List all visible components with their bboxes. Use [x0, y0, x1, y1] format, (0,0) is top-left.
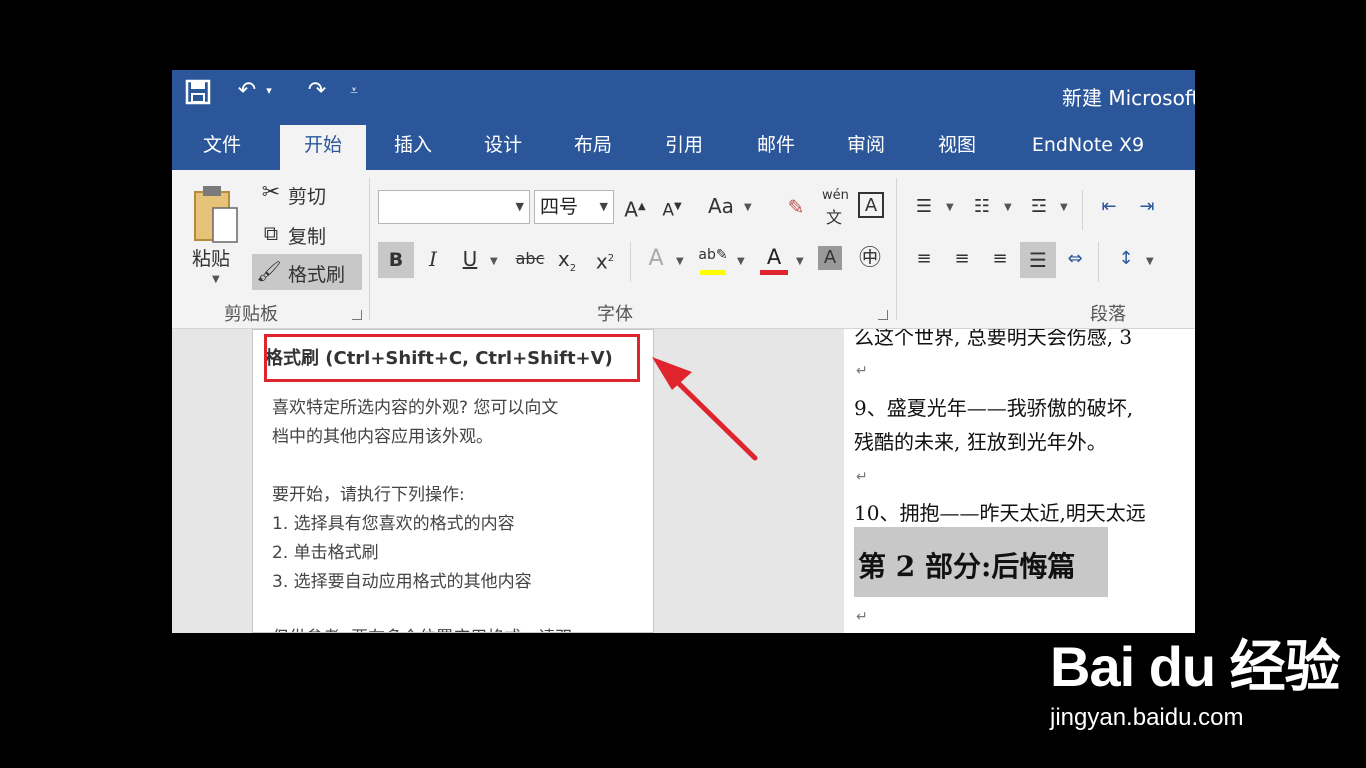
baidu-watermark: Bai du 经验 jingyan.baidu.com	[1050, 622, 1350, 742]
watermark-url: jingyan.baidu.com	[1050, 704, 1244, 731]
watermark-brand: Bai du 经验	[1050, 635, 1341, 698]
